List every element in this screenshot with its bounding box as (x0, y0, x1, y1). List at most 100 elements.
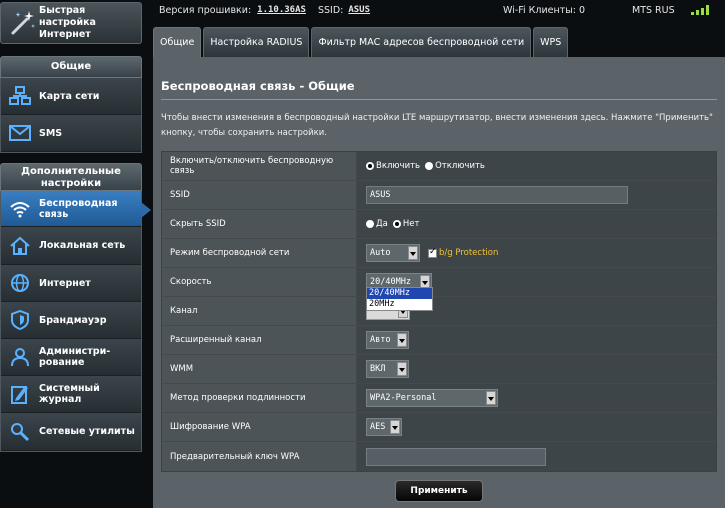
firmware-version-link[interactable]: 1.10.36AS (257, 5, 306, 15)
general-menu: Карта сети SMS (0, 78, 142, 153)
wifi-clients-count: Wi-Fi Клиенты: 0 (503, 4, 586, 16)
apply-button[interactable]: Применить (395, 480, 483, 502)
form-row-speed: Скорость 20/40MHz 20/40MHz 20MHz (162, 268, 716, 311)
sidebar-item-network-map[interactable]: Карта сети (1, 78, 141, 115)
select-value: AES (370, 422, 386, 432)
form-row-wmm: WMM ВКЛ (162, 355, 716, 384)
sidebar-item-label: Системный журнал (39, 383, 100, 405)
auth-method-select[interactable]: WPA2-Personal (366, 389, 498, 407)
wireless-icon (7, 196, 33, 222)
sidebar-item-label: Брандмауэр (39, 314, 107, 326)
chevron-down-icon (397, 333, 407, 347)
form-row-wpa-encryption: Шифрование WPA AES (162, 413, 716, 442)
radio-label: Включить (376, 161, 421, 171)
tab-radius[interactable]: Настройка RADIUS (203, 27, 310, 57)
auth-method-label: Метод проверки подлинности (162, 384, 357, 412)
radio-dot (366, 162, 374, 170)
page-description: Чтобы внести изменения в беспроводный на… (161, 113, 713, 138)
signal-strength-icon (691, 5, 709, 15)
form-row-ext-channel: Расширенный канал Авто (162, 326, 716, 355)
hide-ssid-yes-radio[interactable]: Да (366, 219, 388, 229)
sidebar-item-label: Карта сети (39, 90, 100, 102)
ssid-label: SSID: (317, 4, 344, 16)
wireless-on-radio[interactable]: Включить (366, 161, 420, 171)
active-item-arrow (141, 202, 151, 218)
form-row-wireless-toggle: Включить/отключить беспроводную связь Вк… (162, 152, 716, 181)
form-row-wireless-mode: Режим беспроводной сети Auto b/g Protect… (162, 239, 716, 268)
ssid-input[interactable]: ASUS (366, 186, 628, 204)
chevron-down-icon (408, 246, 418, 260)
radio-dot (425, 162, 434, 170)
form-row-channel: Канал (162, 297, 716, 326)
select-value: Авто (370, 335, 391, 345)
tools-icon (7, 419, 33, 445)
sidebar-item-administration[interactable]: Администри-рование (1, 339, 141, 376)
speed-label: Скорость (162, 268, 357, 296)
sidebar-item-sms[interactable]: SMS (1, 115, 141, 152)
chevron-down-icon (390, 420, 400, 434)
globe-icon (7, 270, 33, 296)
bg-protection-checkbox[interactable] (428, 247, 437, 258)
firmware-label: Версия прошивки: (159, 4, 252, 16)
wireless-toggle-label: Включить/отключить беспроводную связь (162, 152, 357, 180)
quick-setup-button[interactable]: Быстрая настройка Интернет (0, 2, 142, 44)
select-value: Auto (370, 248, 391, 258)
select-value: ВКЛ (370, 364, 386, 374)
ssid-link[interactable]: ASUS (348, 5, 370, 15)
radio-label: Отключить (435, 161, 485, 171)
tab-wps[interactable]: WPS (533, 27, 569, 57)
wpa-key-input[interactable] (366, 447, 546, 466)
form-row-wpa-key: Предварительный ключ WPA (162, 442, 716, 471)
ssid-field-label: SSID (162, 181, 357, 209)
speed-option[interactable]: 20/40MHz (367, 288, 432, 299)
general-section-header: Общие (0, 56, 142, 78)
bg-protection-label: b/g Protection (439, 248, 499, 258)
wireless-mode-label: Режим беспроводной сети (162, 239, 357, 267)
sidebar-item-lan[interactable]: Локальная сеть (1, 227, 141, 265)
sidebar-item-label: Сетевые утилиты (39, 426, 135, 437)
advanced-section-header: Дополнительные настройки (0, 163, 142, 191)
sidebar: Быстрая настройка Интернет Общие Карта с… (0, 0, 151, 508)
sidebar-item-label: Интернет (39, 277, 91, 289)
hide-ssid-no-radio[interactable]: Нет (392, 219, 420, 229)
magic-wand-icon (7, 8, 37, 38)
sidebar-item-label: SMS (39, 127, 63, 139)
settings-form: Включить/отключить беспроводную связь Вк… (161, 151, 717, 472)
status-bar: Версия прошивки: 1.10.36AS SSID: ASUS Wi… (152, 0, 725, 20)
sidebar-item-label: Администри-рование (39, 346, 111, 368)
operator-name: MTS RUS (632, 4, 675, 16)
sidebar-item-label: Беспроводная связь (39, 197, 118, 220)
network-map-icon (7, 83, 33, 109)
sidebar-item-wireless[interactable]: Беспроводная связь (1, 191, 151, 227)
sidebar-item-label: Локальная сеть (39, 240, 126, 251)
log-icon (7, 381, 33, 407)
sidebar-item-system-log[interactable]: Системный журнал (1, 376, 141, 413)
wireless-mode-select[interactable]: Auto (366, 244, 420, 262)
sidebar-item-network-tools[interactable]: Сетевые утилиты (1, 413, 141, 451)
wpa-encryption-select[interactable]: AES (366, 418, 402, 436)
wmm-select[interactable]: ВКЛ (366, 360, 409, 378)
quick-setup-label: Быстрая настройка Интернет (39, 5, 96, 40)
sidebar-item-internet[interactable]: Интернет (1, 265, 141, 302)
radio-label: Нет (402, 219, 420, 229)
chevron-down-icon (486, 391, 496, 405)
wireless-off-radio[interactable]: Отключить (425, 161, 485, 171)
radio-label: Да (376, 219, 388, 229)
title-divider (161, 99, 717, 100)
form-row-auth-method: Метод проверки подлинности WPA2-Personal (162, 384, 716, 413)
form-row-hide-ssid: Скрыть SSID Да Нет (162, 210, 716, 239)
ext-channel-select[interactable]: Авто (366, 331, 409, 349)
tab-general[interactable]: Общие (153, 27, 202, 57)
form-row-ssid: SSID ASUS (162, 181, 716, 210)
lan-icon (7, 233, 33, 259)
sidebar-item-firewall[interactable]: Брандмауэр (1, 302, 141, 339)
page-title: Беспроводная связь - Общие (161, 79, 355, 93)
chevron-down-icon (397, 362, 407, 376)
wpa-key-label: Предварительный ключ WPA (162, 442, 357, 471)
main-panel: Беспроводная связь - Общие Чтобы внести … (153, 57, 725, 508)
tab-mac-filter[interactable]: Фильтр MAC адресов беспроводной сети (311, 27, 532, 57)
hide-ssid-label: Скрыть SSID (162, 210, 357, 238)
wpa-encryption-label: Шифрование WPA (162, 413, 357, 441)
wmm-label: WMM (162, 355, 357, 383)
speed-option[interactable]: 20MHz (367, 299, 432, 310)
